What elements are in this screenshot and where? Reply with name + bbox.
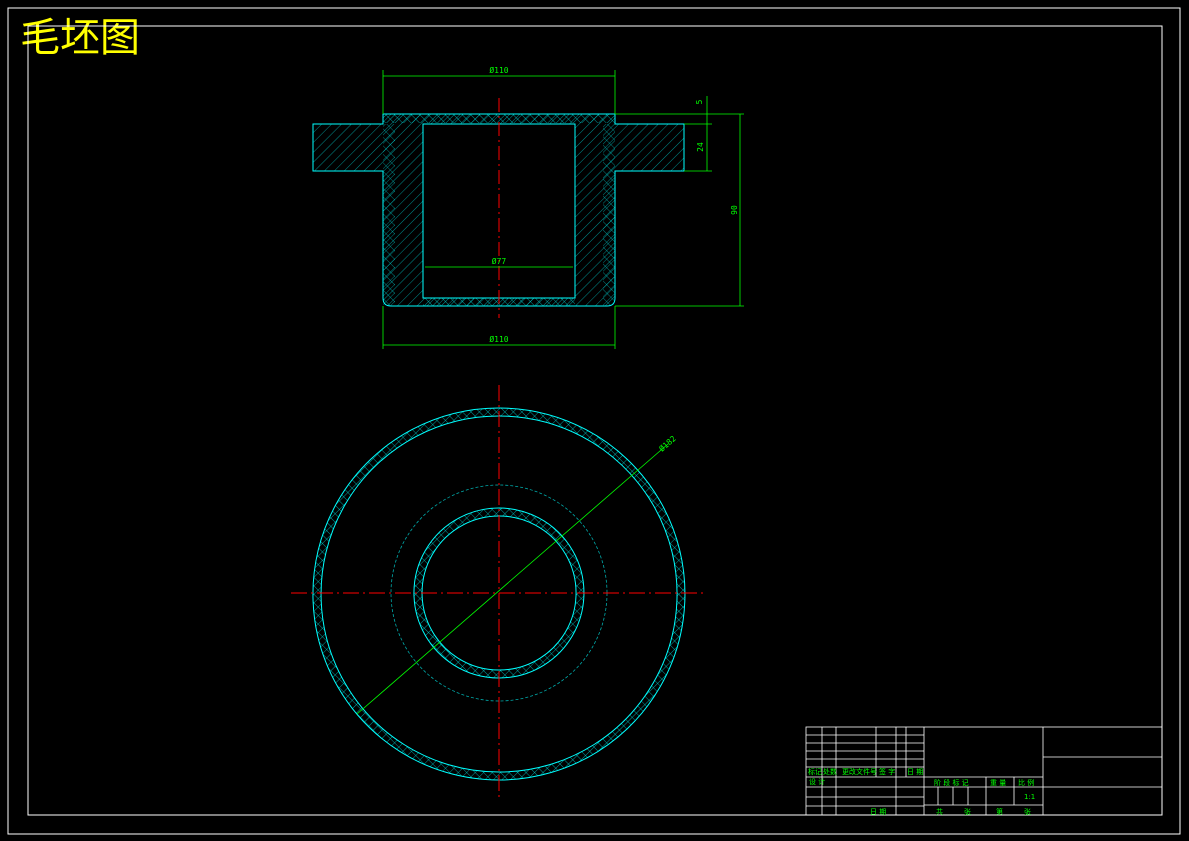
dim-flange: 24 <box>696 142 705 152</box>
tb-label-count: 处数 <box>823 767 837 776</box>
drawing-canvas: Ø110 Ø110 Ø77 90 24 5 Ø182 标记 处数 更改文件号 签… <box>7 7 1181 835</box>
tb-label-approve: 日 期 <box>870 808 886 816</box>
dim-bore: Ø77 <box>492 256 507 266</box>
dim-bottom-width: Ø110 <box>489 334 508 344</box>
tb-label-change: 更改文件号 <box>842 767 877 776</box>
tb-label-design: 设 计 <box>809 777 825 786</box>
dim-circle: Ø182 <box>657 433 678 453</box>
allowance-top <box>383 114 615 123</box>
dim-height: 90 <box>730 205 739 215</box>
tb-label-sign: 签 字 <box>879 767 895 776</box>
allowance-left <box>383 124 395 306</box>
tb-scale-value: 1:1 <box>1024 793 1035 801</box>
tb-sheet-total: 共 <box>936 807 943 816</box>
tb-label-weight: 重 量 <box>990 779 1006 787</box>
dim-top-small: 5 <box>695 99 704 104</box>
tb-sheet-unit1: 张 <box>964 807 971 816</box>
tb-label-scale: 比 例 <box>1018 778 1034 787</box>
tb-sheet-unit2: 张 <box>1024 807 1031 816</box>
tb-label-date: 日 期 <box>907 768 923 776</box>
allowance-right <box>603 124 615 306</box>
plan-view: Ø182 <box>291 385 707 800</box>
tb-label-stage: 阶 段 标 记 <box>934 778 969 787</box>
tb-label-mark: 标记 <box>808 767 822 776</box>
dim-top-width: Ø110 <box>489 65 508 75</box>
section-view: Ø110 Ø110 Ø77 90 24 5 <box>312 65 744 349</box>
tb-sheet-no: 第 <box>996 807 1003 816</box>
title-block-text: 标记 处数 更改文件号 签 字 日 期 设 计 阶 段 标 记 重 量 比 例 … <box>808 767 1035 816</box>
